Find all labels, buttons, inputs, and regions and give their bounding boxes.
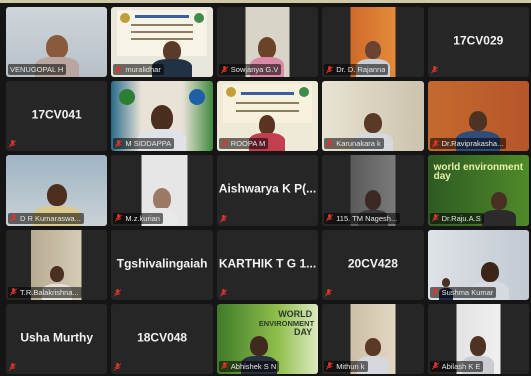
participant-name: Karunakara k: [336, 139, 381, 149]
muted-mic-icon: [219, 288, 227, 297]
participant-tile[interactable]: Tgshivalingaiah: [111, 229, 213, 300]
background-poster-text: DAY: [294, 326, 313, 337]
muted-mic-icon: [431, 288, 439, 296]
participant-video: [481, 190, 516, 226]
participant-tile[interactable]: Usha Murthy: [6, 303, 108, 374]
participant-tile[interactable]: 115. TM Nagesh...: [322, 155, 424, 226]
participant-tile[interactable]: T.R.Balakrishna...: [6, 229, 108, 300]
participant-nameplate: Dr. D. Rajanna: [324, 64, 389, 76]
participant-tile[interactable]: D R Kumaraswa...: [6, 155, 108, 226]
participant-tile[interactable]: Dr.Raviprakasha...: [427, 81, 529, 152]
participant-name: D R Kumaraswa...: [20, 213, 81, 223]
participant-name: Dr.Raviprakasha...: [441, 139, 504, 149]
muted-mic-icon: [326, 362, 334, 371]
participant-tile[interactable]: M SIDDAPPA: [111, 81, 213, 152]
muted-mic-icon: [114, 362, 122, 371]
participant-name: Dr. D. Rajanna: [336, 65, 386, 75]
participant-nameplate: VENUGOPAL H: [8, 64, 67, 76]
participant-name: Sushma Kumar: [441, 287, 494, 297]
participant-name: muralidhar: [125, 65, 161, 75]
participant-nameplate: M SIDDAPPA: [113, 138, 175, 150]
muted-mic-icon: [325, 288, 333, 297]
muted-mic-icon: [220, 139, 228, 148]
participant-tile-active-speaker[interactable]: ROOPA M: [216, 81, 319, 152]
participant-grid: VENUGOPAL H muralidhar Sowjanya G.V Dr. …: [6, 7, 529, 374]
background-poster-text: WORLD: [278, 308, 313, 319]
muted-mic-icon: [326, 65, 334, 74]
participant-nameplate: Mithun k: [324, 360, 368, 372]
participant-tile[interactable]: Sowjanya G.V: [216, 7, 319, 78]
participant-nameplate: Karunakara k: [324, 138, 384, 150]
muted-mic-icon: [114, 288, 122, 297]
participant-tile[interactable]: WORLD ENVIRONMENT DAY Abhishek S N: [216, 303, 319, 374]
muted-mic-icon: [219, 214, 227, 223]
participant-tile[interactable]: 18CV048: [111, 303, 213, 374]
participant-name: M SIDDAPPA: [125, 139, 172, 149]
participant-tile[interactable]: 17CV029: [427, 7, 529, 78]
participant-name: 17CV029: [453, 33, 504, 48]
participant-name: M.z.kurian: [125, 213, 160, 223]
participant-tile[interactable]: Sushma Kumar: [427, 229, 529, 300]
participant-name: 17CV041: [31, 107, 82, 122]
participant-nameplate: Abilash K E: [429, 360, 484, 372]
participant-nameplate: Dr.Raviprakasha...: [429, 138, 507, 150]
muted-mic-icon: [431, 362, 439, 371]
participant-tile[interactable]: Abilash K E: [427, 303, 529, 374]
muted-mic-icon: [431, 214, 439, 222]
participant-tile[interactable]: M.z.kurian: [111, 155, 213, 226]
participant-tile[interactable]: Mithun k: [322, 303, 424, 374]
participant-name: Aishwarya K P(...: [218, 182, 317, 197]
participant-tile[interactable]: VENUGOPAL H: [6, 7, 108, 78]
participant-name: Usha Murthy: [20, 330, 94, 345]
participant-name: KARTHIK T G 1...: [218, 256, 317, 271]
muted-mic-icon: [220, 65, 228, 74]
participant-tile[interactable]: 20CV428: [322, 229, 424, 300]
participant-tile[interactable]: Dr. D. Rajanna: [322, 7, 424, 78]
participant-name: Sowjanya G.V: [230, 65, 279, 75]
participant-nameplate: 115. TM Nagesh...: [324, 212, 401, 224]
muted-mic-icon: [10, 288, 17, 296]
participant-name: Abilash K E: [441, 361, 481, 371]
muted-mic-icon: [115, 65, 123, 74]
participant-name: Abhishek S N: [230, 361, 277, 371]
participant-tile[interactable]: Aishwarya K P(...: [216, 155, 319, 226]
muted-mic-icon: [115, 139, 123, 148]
participant-name: Tgshivalingaiah: [116, 256, 208, 271]
participant-tile[interactable]: KARTHIK T G 1...: [216, 229, 319, 300]
participant-nameplate: Sowjanya G.V: [218, 64, 282, 76]
participant-name: T.R.Balakrishna...: [20, 287, 79, 297]
participant-nameplate: ROOPA M: [218, 138, 269, 150]
muted-mic-icon: [9, 140, 16, 149]
participant-name: ROOPA M: [230, 139, 266, 149]
muted-mic-icon: [326, 214, 334, 222]
participant-name: Mithun k: [336, 361, 365, 371]
participant-name: 115. TM Nagesh...: [336, 213, 398, 223]
participant-tile[interactable]: muralidhar: [111, 7, 213, 78]
participant-nameplate: muralidhar: [113, 64, 164, 76]
muted-mic-icon: [9, 362, 16, 371]
participant-nameplate: T.R.Balakrishna...: [8, 286, 82, 298]
participant-tile[interactable]: 17CV041: [6, 81, 108, 152]
muted-mic-icon: [326, 139, 334, 148]
muted-mic-icon: [115, 214, 123, 222]
background-poster-text: world environment day: [433, 162, 524, 183]
participant-name: 18CV048: [137, 330, 188, 345]
video-conference-window: VENUGOPAL H muralidhar Sowjanya G.V Dr. …: [0, 0, 531, 376]
muted-mic-icon: [430, 66, 438, 74]
participant-tile[interactable]: world environment day Dr.Raju.A.S: [427, 155, 529, 226]
participant-name: 20CV428: [347, 256, 398, 271]
muted-mic-icon: [431, 139, 439, 148]
participant-nameplate: Dr.Raju.A.S: [429, 212, 484, 224]
muted-mic-icon: [10, 214, 17, 222]
participant-tile[interactable]: Karunakara k: [322, 81, 424, 152]
participant-nameplate: Sushma Kumar: [429, 286, 497, 298]
muted-mic-icon: [220, 362, 228, 371]
participant-name: VENUGOPAL H: [10, 65, 64, 75]
participant-name: Dr.Raju.A.S: [441, 213, 481, 223]
participant-nameplate: D R Kumaraswa...: [8, 212, 84, 224]
participant-nameplate: M.z.kurian: [113, 212, 163, 224]
participant-nameplate: Abhishek S N: [218, 360, 280, 372]
